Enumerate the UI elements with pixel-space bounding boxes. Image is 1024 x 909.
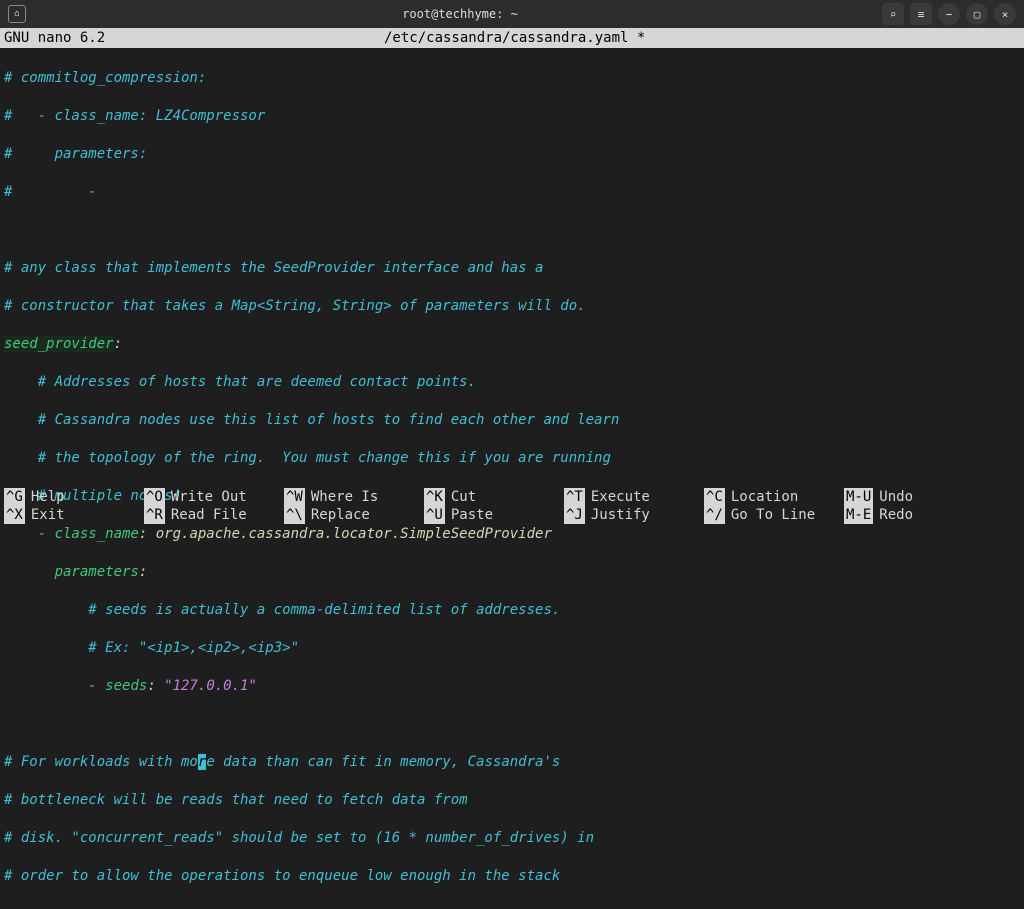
window-titlebar: ⌂ root@techhyme: ~ ⌕ ≡ − ▢ × [0, 0, 1024, 28]
hamburger-icon: ≡ [918, 8, 925, 21]
maximize-icon: ▢ [974, 8, 981, 21]
yaml-key: class_name [55, 526, 139, 542]
nano-file-path: /etc/cassandra/cassandra.yaml * [384, 29, 1020, 47]
menu-button[interactable]: ≡ [910, 3, 932, 25]
code-line: # For workloads with mo [4, 754, 198, 770]
shortcut-redo[interactable]: M-ERedo [844, 506, 934, 524]
terminal-icon: ⌂ [8, 5, 26, 23]
code-line: # Addresses of hosts that are deemed con… [4, 374, 476, 390]
yaml-value: "127.0.0.1" [164, 678, 257, 694]
close-button[interactable]: × [994, 3, 1016, 25]
shortcut-execute[interactable]: ^TExecute [564, 488, 704, 506]
shortcut-row: ^XExit ^RRead File ^\Replace ^UPaste ^JJ… [4, 506, 1020, 524]
nano-shortcut-bar: ^GHelp ^OWrite Out ^WWhere Is ^KCut ^TEx… [0, 488, 1024, 528]
nano-version: GNU nano 6.2 [4, 29, 384, 47]
search-icon: ⌕ [890, 8, 897, 21]
shortcut-paste[interactable]: ^UPaste [424, 506, 564, 524]
shortcut-row: ^GHelp ^OWrite Out ^WWhere Is ^KCut ^TEx… [4, 488, 1020, 506]
yaml-key: parameters [55, 564, 139, 580]
shortcut-writeout[interactable]: ^OWrite Out [144, 488, 284, 506]
minimize-icon: − [946, 8, 953, 21]
yaml-value: org.apache.cassandra.locator.SimpleSeedP… [156, 526, 552, 542]
code-line: # bottleneck will be reads that need to … [4, 792, 468, 808]
shortcut-undo[interactable]: M-UUndo [844, 488, 934, 506]
code-line: # the topology of the ring. You must cha… [4, 450, 611, 466]
shortcut-whereis[interactable]: ^WWhere Is [284, 488, 424, 506]
code-line: # constructor that takes a Map<String, S… [4, 298, 586, 314]
code-line: # Cassandra nodes use this list of hosts… [4, 412, 619, 428]
code-line: # disk. "concurrent_reads" should be set… [4, 830, 594, 846]
shortcut-cut[interactable]: ^KCut [424, 488, 564, 506]
shortcut-replace[interactable]: ^\Replace [284, 506, 424, 524]
nano-header-bar: GNU nano 6.2 /etc/cassandra/cassandra.ya… [0, 28, 1024, 48]
editor-area[interactable]: # commitlog_compression: # - class_name:… [0, 48, 1024, 909]
maximize-button[interactable]: ▢ [966, 3, 988, 25]
code-line: # - class_name: LZ4Compressor [4, 108, 265, 124]
code-line: # - [4, 184, 97, 200]
code-line: # parameters: [4, 146, 147, 162]
yaml-key: seeds [105, 678, 147, 694]
code-line: # any class that implements the SeedProv… [4, 260, 543, 276]
shortcut-location[interactable]: ^CLocation [704, 488, 844, 506]
code-line: # Ex: "<ip1>,<ip2>,<ip3>" [4, 640, 299, 656]
shortcut-exit[interactable]: ^XExit [4, 506, 144, 524]
shortcut-gotoline[interactable]: ^/Go To Line [704, 506, 844, 524]
text-cursor: r [198, 754, 206, 770]
code-line: # commitlog_compression: [4, 70, 206, 86]
shortcut-readfile[interactable]: ^RRead File [144, 506, 284, 524]
minimize-button[interactable]: − [938, 3, 960, 25]
close-icon: × [1002, 8, 1009, 21]
shortcut-help[interactable]: ^GHelp [4, 488, 144, 506]
yaml-key: seed_provider [4, 336, 114, 352]
search-button[interactable]: ⌕ [882, 3, 904, 25]
code-line: # seeds is actually a comma-delimited li… [4, 602, 560, 618]
shortcut-justify[interactable]: ^JJustify [564, 506, 704, 524]
window-title: root@techhyme: ~ [38, 7, 882, 21]
code-line: # order to allow the operations to enque… [4, 868, 560, 884]
